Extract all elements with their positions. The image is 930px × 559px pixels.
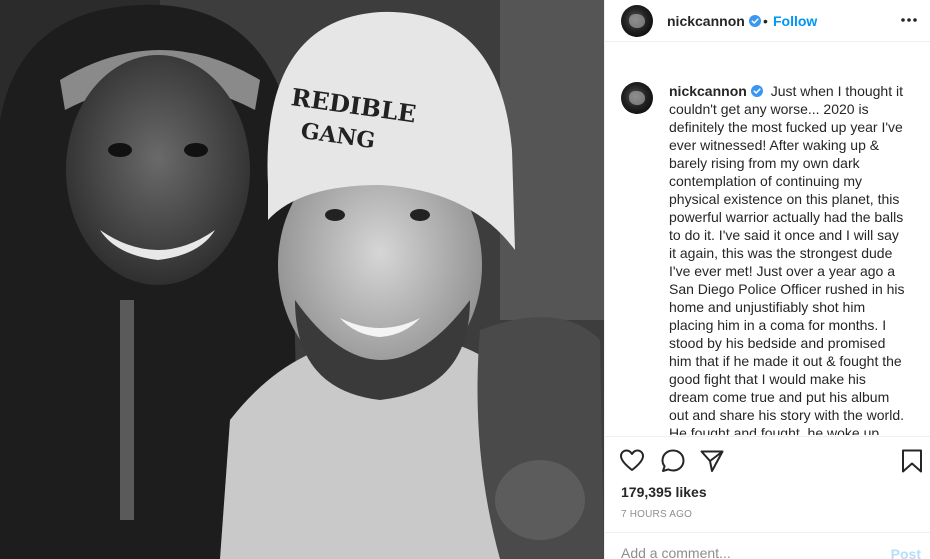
post-sidebar: nickcannon • Follow nickcannon Just when…: [604, 0, 930, 559]
caption-text-block: nickcannon Just when I thought it couldn…: [669, 82, 909, 435]
bookmark-icon[interactable]: [899, 448, 925, 474]
post-photo[interactable]: REDIBLE GANG: [0, 0, 604, 559]
photo-illustration: REDIBLE GANG: [0, 0, 604, 559]
author-avatar[interactable]: [621, 5, 653, 37]
post-comment-button[interactable]: Post: [891, 546, 921, 559]
likes-count[interactable]: 179,395 likes: [621, 484, 707, 500]
more-options-icon[interactable]: [899, 12, 919, 28]
caption-username[interactable]: nickcannon: [669, 83, 763, 99]
caption-username-text[interactable]: nickcannon: [669, 83, 747, 99]
follow-button[interactable]: Follow: [773, 13, 817, 29]
comment-bubble-icon[interactable]: [660, 448, 686, 474]
caption-author-avatar[interactable]: [621, 82, 653, 114]
instagram-post: REDIBLE GANG nickcannon • Follow nickcan…: [0, 0, 930, 559]
hoodie-zipper: [120, 300, 134, 520]
verified-badge-icon: [748, 15, 761, 27]
post-timestamp[interactable]: 7 HOURS AGO: [621, 509, 692, 520]
heart-icon[interactable]: [619, 448, 645, 474]
post-actions: 179,395 likes 7 HOURS AGO Post: [605, 436, 930, 559]
post-header: nickcannon • Follow: [605, 0, 930, 42]
paper-plane-icon[interactable]: [699, 448, 725, 474]
caption-text: Just when I thought it couldn't get any …: [669, 83, 905, 435]
verified-badge-icon: [750, 85, 763, 97]
add-comment-bar: Post: [605, 532, 930, 559]
hand: [495, 460, 585, 540]
author-username[interactable]: nickcannon: [667, 13, 761, 29]
comment-input[interactable]: [621, 545, 871, 559]
caption-section: nickcannon Just when I thought it couldn…: [605, 76, 930, 435]
author-username-text[interactable]: nickcannon: [667, 13, 745, 29]
header-separator: •: [763, 13, 768, 29]
